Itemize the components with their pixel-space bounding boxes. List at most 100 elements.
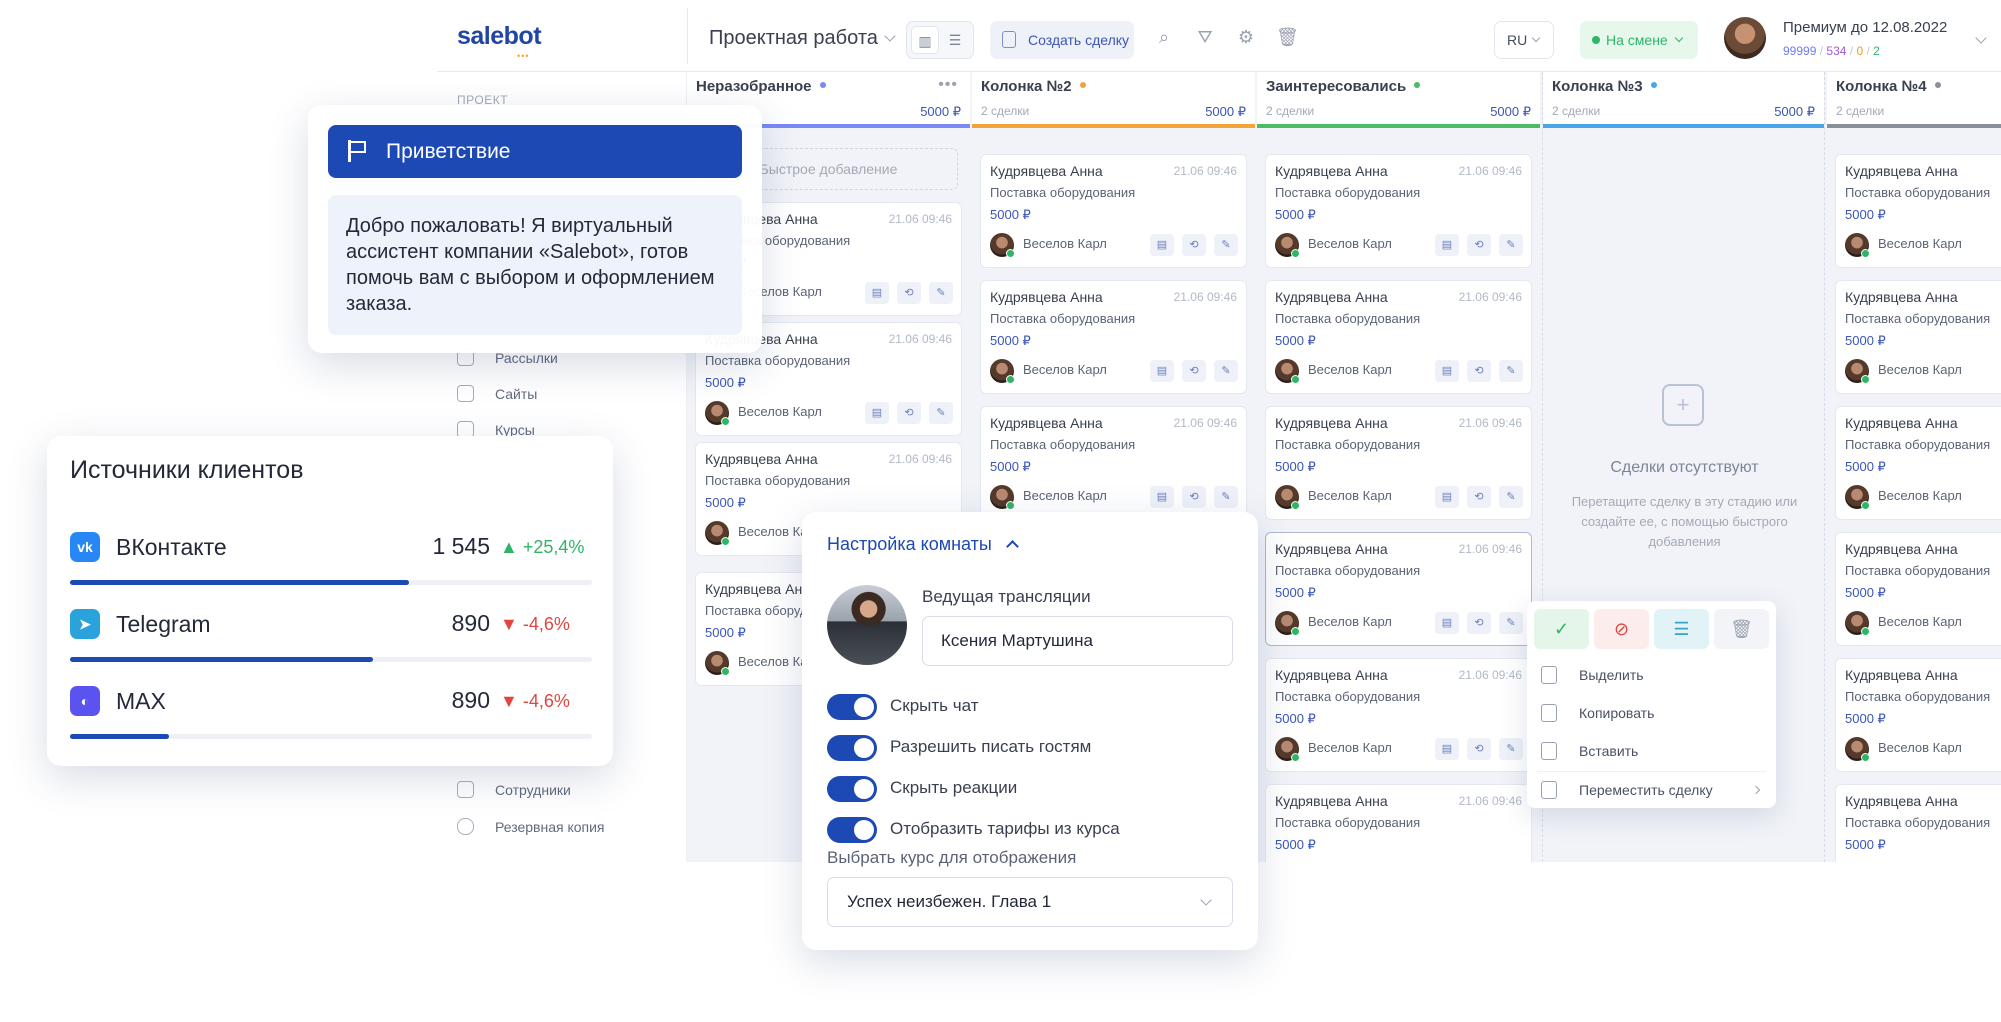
edit-icon[interactable]: ✎	[929, 402, 953, 424]
toggle-switch[interactable]	[827, 817, 877, 843]
toggle-hide-reactions[interactable]: Скрыть реакции	[827, 774, 1017, 802]
column-header[interactable]: Колонка №4 2 сделки	[1827, 72, 2001, 128]
sidebar-item-backup[interactable]: Резервная копия	[457, 815, 605, 839]
filter-icon[interactable]: ⛛	[1194, 26, 1216, 48]
user-menu-chevron[interactable]	[1969, 32, 1987, 51]
deal-card[interactable]: Кудрявцева Анна 21.06 09:46 Поставка обо…	[980, 154, 1247, 268]
source-value: 1 545	[432, 533, 490, 559]
edit-icon[interactable]: ✎	[1499, 234, 1523, 256]
context-move-deal[interactable]: Переместить сделку	[1541, 778, 1763, 802]
context-paste[interactable]: Вставить	[1541, 739, 1638, 763]
context-copy[interactable]: Копировать	[1541, 701, 1654, 725]
repeat-icon[interactable]: ⟲	[1467, 360, 1491, 382]
toggle-hide-chat[interactable]: Скрыть чат	[827, 692, 978, 720]
chat-icon[interactable]: ▤	[1150, 360, 1174, 382]
chat-icon[interactable]: ▤	[865, 402, 889, 424]
edit-icon[interactable]: ✎	[1214, 486, 1238, 508]
greeting-header[interactable]: Приветствие	[328, 125, 742, 178]
deal-date: 21.06 09:46	[1458, 542, 1522, 556]
create-deal-button[interactable]: Создать сделку	[990, 21, 1134, 59]
list-view-icon[interactable]: ☰	[941, 26, 969, 54]
toggle-allow-guests[interactable]: Разрешить писать гостям	[827, 733, 1091, 761]
context-select[interactable]: Выделить	[1541, 663, 1644, 687]
edit-icon[interactable]: ✎	[1214, 234, 1238, 256]
sidebar-item-sites[interactable]: Сайты	[457, 382, 537, 406]
edit-icon[interactable]: ✎	[929, 282, 953, 304]
search-icon[interactable]: ⌕	[1153, 26, 1175, 48]
toggle-switch[interactable]	[827, 694, 877, 720]
salebot-logo[interactable]: salebot	[457, 22, 542, 51]
language-select[interactable]: RU	[1494, 21, 1554, 59]
deal-manager: Веселов Карл	[1878, 614, 1962, 629]
repeat-icon[interactable]: ⟲	[1467, 234, 1491, 256]
column-sum: 5000 ₽	[920, 104, 961, 119]
column-sum: 5000 ₽	[1490, 104, 1531, 119]
deal-contact-name: Кудрявцева Анна	[705, 581, 818, 597]
column-header[interactable]: Колонка №3 2 сделки 5000 ₽	[1543, 72, 1824, 128]
deal-manager: Веселов Карл	[1308, 488, 1392, 503]
chat-icon[interactable]: ▤	[1435, 234, 1459, 256]
repeat-icon[interactable]: ⟲	[1467, 738, 1491, 760]
reject-icon[interactable]: ⊘	[1594, 609, 1649, 649]
deal-card[interactable]: Кудрявцева Анна 21.06 09:46 Поставка обо…	[1265, 406, 1532, 520]
language-value: RU	[1507, 32, 1528, 48]
kanban-view-icon[interactable]: ▥	[911, 26, 939, 54]
stack-icon[interactable]: ☰	[1654, 609, 1709, 649]
edit-icon[interactable]: ✎	[1499, 360, 1523, 382]
source-value: 890	[451, 687, 490, 713]
trash-icon[interactable]: 🗑	[1276, 26, 1299, 48]
trash-icon[interactable]: 🗑	[1714, 609, 1769, 649]
deal-card[interactable]: Кудрявцева Анна 21.06 09:46 Поставка обо…	[1835, 154, 2001, 268]
deal-card[interactable]: Кудрявцева Анна 21.06 09:46 Поставка обо…	[1835, 406, 2001, 520]
toggle-switch[interactable]	[827, 735, 877, 761]
deal-card[interactable]: Кудрявцева Анна 21.06 09:46 Поставка обо…	[1265, 658, 1532, 772]
host-name-field[interactable]: Ксения Мартушина	[922, 616, 1233, 666]
repeat-icon[interactable]: ⟲	[1182, 486, 1206, 508]
room-settings-header[interactable]: Настройка комнаты	[827, 534, 1019, 555]
chat-icon[interactable]: ▤	[1150, 486, 1174, 508]
deal-card[interactable]: Кудрявцева Анна 21.06 09:46 Поставка обо…	[1835, 658, 2001, 772]
check-icon[interactable]: ✓	[1534, 609, 1589, 649]
chevron-down-icon	[1200, 894, 1212, 906]
chat-icon[interactable]: ▤	[1435, 738, 1459, 760]
deal-card[interactable]: Кудрявцева Анна 21.06 09:46 Поставка обо…	[1265, 280, 1532, 394]
column-header[interactable]: Заинтересовались 2 сделки 5000 ₽	[1257, 72, 1540, 128]
column-sum: 5000 ₽	[1205, 104, 1246, 119]
edit-icon[interactable]: ✎	[1499, 486, 1523, 508]
edit-icon[interactable]: ✎	[1499, 738, 1523, 760]
sidebar-item-employees[interactable]: Сотрудники	[457, 778, 571, 802]
deal-card[interactable]: Кудрявцева Анна 21.06 09:46 Поставка обо…	[1835, 280, 2001, 394]
deal-card[interactable]: Кудрявцева Анна 21.06 09:46 Поставка обо…	[980, 406, 1247, 520]
chat-icon[interactable]: ▤	[1435, 612, 1459, 634]
deal-card[interactable]: Кудрявцева Анна 21.06 09:46 Поставка обо…	[1265, 154, 1532, 268]
project-select[interactable]: Проектная работа	[709, 27, 896, 50]
repeat-icon[interactable]: ⟲	[1182, 234, 1206, 256]
toggle-switch[interactable]	[827, 776, 877, 802]
shift-status-select[interactable]: На смене	[1580, 21, 1698, 59]
source-delta: ▼ -4,6%	[500, 691, 570, 712]
chat-icon[interactable]: ▤	[1435, 360, 1459, 382]
repeat-icon[interactable]: ⟲	[1467, 486, 1491, 508]
avatar	[990, 233, 1015, 258]
course-select[interactable]: Успех неизбежен. Глава 1	[827, 877, 1233, 927]
edit-icon[interactable]: ✎	[1214, 360, 1238, 382]
deal-card[interactable]: Кудрявцева Анна 21.06 09:46 Поставка обо…	[980, 280, 1247, 394]
column-header[interactable]: Колонка №2 2 сделки 5000 ₽	[972, 72, 1255, 128]
repeat-icon[interactable]: ⟲	[1182, 360, 1206, 382]
deal-card[interactable]: Кудрявцева Анна 21.06 09:46 Поставка обо…	[1265, 532, 1532, 646]
repeat-icon[interactable]: ⟲	[897, 282, 921, 304]
chat-icon[interactable]: ▤	[865, 282, 889, 304]
repeat-icon[interactable]: ⟲	[897, 402, 921, 424]
more-icon[interactable]: •••	[938, 76, 958, 94]
chat-icon[interactable]: ▤	[1435, 486, 1459, 508]
deal-card[interactable]: Кудрявцева Анна 21.06 09:46 Поставка обо…	[1835, 532, 2001, 646]
source-delta: ▼ -4,6%	[500, 614, 570, 635]
deal-card[interactable]: Кудрявцева Анна 21.06 09:46 Поставка обо…	[1265, 784, 1532, 862]
gear-icon[interactable]: ⚙	[1235, 26, 1257, 48]
avatar[interactable]	[1724, 17, 1766, 59]
chat-icon[interactable]: ▤	[1150, 234, 1174, 256]
toggle-show-tariffs[interactable]: Отобразить тарифы из курса	[827, 815, 1120, 843]
deal-card[interactable]: Кудрявцева Анна 21.06 09:46 Поставка обо…	[1835, 784, 2001, 862]
repeat-icon[interactable]: ⟲	[1467, 612, 1491, 634]
edit-icon[interactable]: ✎	[1499, 612, 1523, 634]
